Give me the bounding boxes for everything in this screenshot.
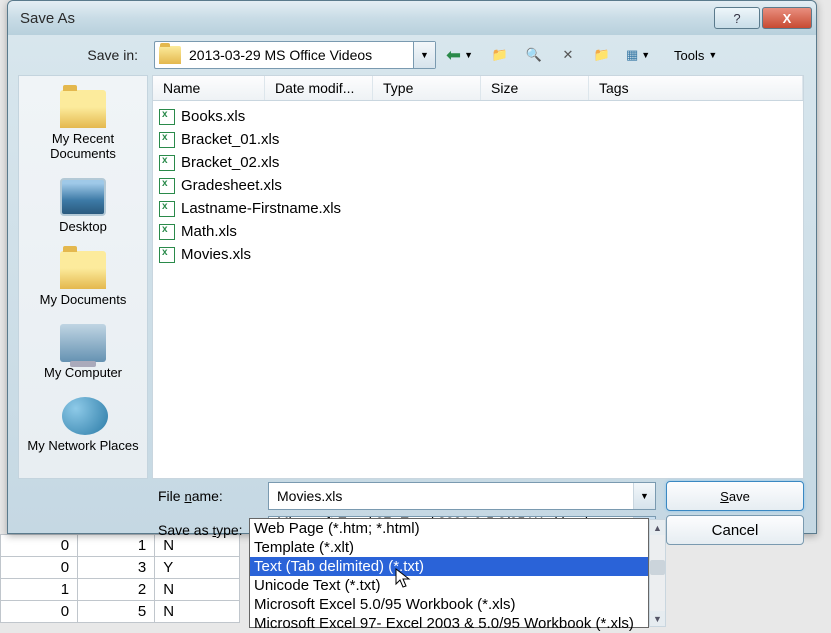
delete-button[interactable]: ✕: [554, 42, 582, 68]
location-toolbar: Save in: 2013-03-29 MS Office Videos ▼ ⬅…: [8, 35, 816, 75]
type-option[interactable]: Unicode Text (*.txt): [250, 576, 648, 595]
xls-icon: [159, 109, 175, 125]
col-size[interactable]: Size: [481, 76, 589, 100]
titlebar: Save As ? X: [8, 1, 816, 35]
folder-icon: [159, 46, 181, 64]
savein-dropdown[interactable]: 2013-03-29 MS Office Videos ▼: [154, 41, 436, 69]
chevron-down-icon: ▼: [708, 50, 717, 60]
file-row[interactable]: Bracket_02.xls: [155, 151, 801, 174]
filename-input[interactable]: Movies.xls ▼: [268, 482, 656, 510]
back-icon: ⬅: [446, 45, 461, 66]
place-my-documents[interactable]: My Documents: [21, 245, 145, 318]
views-button[interactable]: ▦ ▼: [622, 42, 660, 68]
help-button[interactable]: ?: [714, 7, 760, 29]
desktop-icon: [60, 178, 106, 216]
scroll-down-arrow[interactable]: ▼: [650, 611, 665, 626]
column-headers: Name Date modif... Type Size Tags: [152, 75, 804, 101]
search-button[interactable]: 🔍: [520, 42, 548, 68]
scroll-thumb[interactable]: [650, 560, 665, 575]
computer-icon: [60, 324, 106, 362]
search-icon: 🔍: [526, 47, 542, 63]
back-button[interactable]: ⬅ ▼: [442, 42, 480, 68]
place-recent-documents[interactable]: My Recent Documents: [21, 84, 145, 172]
saveastype-label: Save as type:: [158, 522, 258, 538]
file-row[interactable]: Books.xls: [155, 105, 801, 128]
folder-icon: [60, 251, 106, 289]
cancel-button[interactable]: Cancel: [666, 515, 804, 545]
network-icon: [62, 397, 108, 435]
up-one-level-button[interactable]: 📁: [486, 42, 514, 68]
save-button[interactable]: Save: [666, 481, 804, 511]
type-option[interactable]: Template (*.xlt): [250, 538, 648, 557]
type-option-highlighted[interactable]: Text (Tab delimited) (*.txt): [250, 557, 648, 576]
save-as-dialog: Save As ? X Save in: 2013-03-29 MS Offic…: [7, 0, 817, 534]
dropdown-scrollbar[interactable]: ▲ ▼: [649, 519, 666, 627]
file-row[interactable]: Lastname-Firstname.xls: [155, 197, 801, 220]
new-folder-button[interactable]: 📁: [588, 42, 616, 68]
xls-icon: [159, 224, 175, 240]
col-name[interactable]: Name: [153, 76, 265, 100]
current-folder: 2013-03-29 MS Office Videos: [185, 47, 413, 63]
new-folder-icon: 📁: [594, 47, 610, 63]
dialog-title: Save As: [20, 10, 712, 27]
file-row[interactable]: Gradesheet.xls: [155, 174, 801, 197]
up-folder-icon: 📁: [492, 47, 508, 63]
place-my-computer[interactable]: My Computer: [21, 318, 145, 391]
col-date[interactable]: Date modif...: [265, 76, 373, 100]
folder-icon: [60, 90, 106, 128]
col-tags[interactable]: Tags: [589, 76, 803, 100]
scroll-up-arrow[interactable]: ▲: [650, 520, 665, 535]
place-desktop[interactable]: Desktop: [21, 172, 145, 245]
file-row[interactable]: Bracket_01.xls: [155, 128, 801, 151]
type-option[interactable]: Web Page (*.htm; *.html): [250, 519, 648, 538]
tools-menu[interactable]: Tools ▼: [666, 42, 725, 68]
file-list: Books.xls Bracket_01.xls Bracket_02.xls …: [152, 101, 804, 479]
filename-label: File name:: [158, 488, 258, 504]
xls-icon: [159, 178, 175, 194]
places-bar: My Recent Documents Desktop My Documents…: [18, 75, 148, 479]
type-option[interactable]: Microsoft Excel 97- Excel 2003 & 5.0/95 …: [250, 614, 648, 633]
close-button[interactable]: X: [762, 7, 812, 29]
xls-icon: [159, 247, 175, 263]
savein-dropdown-arrow[interactable]: ▼: [413, 42, 435, 68]
filename-dropdown-arrow[interactable]: ▼: [633, 483, 655, 509]
type-option[interactable]: Microsoft Excel 5.0/95 Workbook (*.xls): [250, 595, 648, 614]
xls-icon: [159, 132, 175, 148]
place-network-places[interactable]: My Network Places: [21, 391, 145, 464]
views-icon: ▦: [626, 47, 638, 63]
col-type[interactable]: Type: [373, 76, 481, 100]
savein-label: Save in:: [20, 47, 138, 63]
saveastype-options-list: Web Page (*.htm; *.html) Template (*.xlt…: [249, 518, 649, 628]
xls-icon: [159, 201, 175, 217]
xls-icon: [159, 155, 175, 171]
file-row[interactable]: Math.xls: [155, 220, 801, 243]
file-row[interactable]: Movies.xls: [155, 243, 801, 266]
delete-icon: ✕: [563, 47, 574, 63]
